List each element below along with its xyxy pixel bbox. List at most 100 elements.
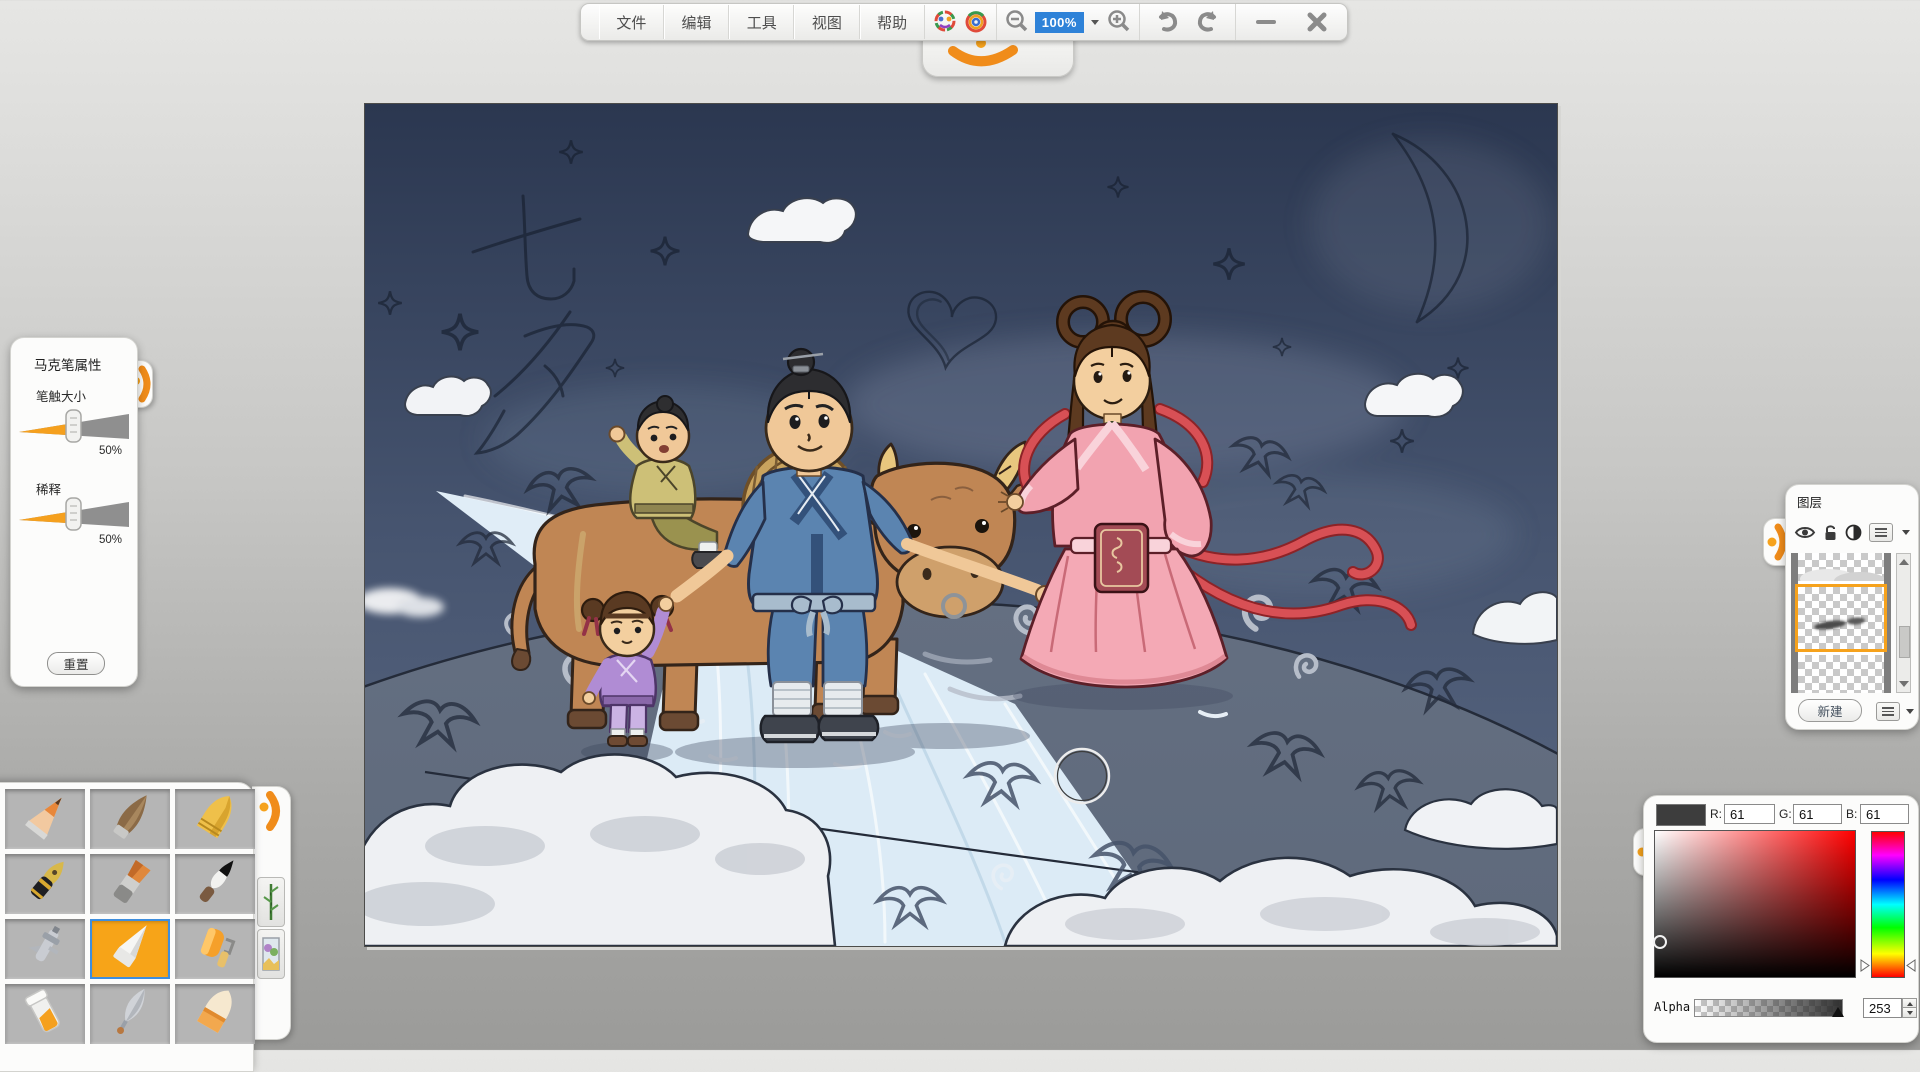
current-color-swatch xyxy=(1656,804,1706,826)
alpha-spin-down[interactable] xyxy=(1902,1007,1917,1018)
reset-button[interactable]: 重置 xyxy=(47,652,105,675)
undo-button[interactable] xyxy=(1147,4,1185,40)
brush-pen-tool[interactable] xyxy=(90,789,170,849)
menu-edit[interactable]: 编辑 xyxy=(663,5,730,39)
crayon-icon xyxy=(196,796,232,839)
hue-marker-right[interactable] xyxy=(1906,959,1916,972)
layers-options-button[interactable] xyxy=(1876,702,1900,721)
new-layer-button[interactable]: 新建 xyxy=(1798,699,1862,722)
pencil-tool[interactable] xyxy=(5,789,85,849)
close-icon xyxy=(1307,12,1327,32)
sketch-layer-preview xyxy=(1814,617,1865,630)
unlock-icon[interactable] xyxy=(1823,524,1838,541)
picture-stamp-icon xyxy=(262,937,280,971)
dilution-slider-handle[interactable] xyxy=(65,497,82,531)
marker-icon xyxy=(113,925,147,968)
brand-icon-group xyxy=(925,4,997,40)
drawing-canvas[interactable] xyxy=(364,103,1558,947)
tool-palette xyxy=(0,782,255,1072)
menu-help[interactable]: 帮助 xyxy=(859,5,925,39)
brush-size-slider[interactable] xyxy=(18,408,130,444)
close-button[interactable] xyxy=(1294,4,1340,40)
history-group xyxy=(1140,4,1236,40)
airbrush-icon xyxy=(28,925,61,962)
alpha-input[interactable] xyxy=(1863,998,1902,1018)
alpha-slider[interactable] xyxy=(1694,999,1843,1017)
hue-marker-left[interactable] xyxy=(1860,959,1870,972)
layers-scrollbar[interactable] xyxy=(1896,553,1911,693)
airbrush-tool[interactable] xyxy=(5,919,85,979)
blue-label: B: xyxy=(1846,807,1858,821)
crayon-tool[interactable] xyxy=(175,789,255,849)
blend-icon[interactable] xyxy=(1845,524,1862,541)
saturation-value-box[interactable] xyxy=(1653,830,1856,978)
eraser-tool[interactable] xyxy=(175,984,255,1044)
blue-input[interactable] xyxy=(1860,804,1909,824)
rainbow-brush-icon[interactable] xyxy=(932,9,958,35)
layer-thumbnail-selected[interactable] xyxy=(1795,584,1887,652)
tool-palette-handle-icon[interactable] xyxy=(256,791,286,831)
dilution-value: 50% xyxy=(99,534,123,546)
palette-knife-tool[interactable] xyxy=(90,984,170,1044)
paint-roller-tool[interactable] xyxy=(175,919,255,979)
tool-palette-side-strip xyxy=(252,786,291,1040)
red-input[interactable] xyxy=(1724,804,1775,824)
minimize-icon xyxy=(1255,20,1276,24)
menu-view[interactable]: 视图 xyxy=(794,5,860,39)
zoom-dropdown-caret[interactable] xyxy=(1090,19,1099,25)
menu-file[interactable]: 文件 xyxy=(598,5,664,39)
fountain-pen-icon xyxy=(30,861,64,900)
layer-menu-button[interactable] xyxy=(1869,523,1893,542)
bamboo-stamp-button[interactable] xyxy=(257,877,285,927)
main-toolbar: 文件 编辑 工具 视图 帮助 100% xyxy=(580,3,1348,41)
sv-cursor-ring xyxy=(1653,935,1667,949)
zoom-in-icon[interactable] xyxy=(1106,9,1132,35)
paint-jar-tool[interactable] xyxy=(5,984,85,1044)
ink-brush-tool[interactable] xyxy=(175,854,255,914)
zoom-level-display[interactable]: 100% xyxy=(1034,11,1084,33)
scroll-down-icon[interactable] xyxy=(1899,681,1909,687)
layer-thumbnail-bottom[interactable] xyxy=(1798,655,1884,693)
brush-size-label: 笔触大小 xyxy=(36,390,87,404)
flat-brush-tool[interactable] xyxy=(90,854,170,914)
redo-button[interactable] xyxy=(1190,4,1228,40)
menu-tools[interactable]: 工具 xyxy=(729,5,795,39)
brush-size-value: 50% xyxy=(99,445,123,457)
layers-scroll-thumb[interactable] xyxy=(1899,626,1910,658)
paint-jar-icon xyxy=(24,989,60,1033)
eye-icon[interactable] xyxy=(1794,525,1816,540)
dilution-slider[interactable] xyxy=(18,496,130,532)
filmstrip-rail xyxy=(1884,553,1891,693)
bamboo-icon xyxy=(263,884,279,920)
layers-options-caret[interactable] xyxy=(1906,709,1914,714)
hue-bar[interactable] xyxy=(1871,831,1905,978)
scroll-up-icon[interactable] xyxy=(1899,559,1909,565)
fountain-pen-tool[interactable] xyxy=(5,854,85,914)
eraser-icon xyxy=(197,990,232,1033)
brush-size-slider-handle[interactable] xyxy=(65,409,82,443)
layer-thumbnail-top[interactable] xyxy=(1798,553,1884,581)
alpha-label: Alpha xyxy=(1654,1000,1691,1014)
filmstrip-rail xyxy=(1791,553,1798,693)
weaver-apron-panel xyxy=(1093,522,1150,594)
marker-tool[interactable] xyxy=(90,919,170,979)
layer-menu-caret[interactable] xyxy=(1902,530,1910,535)
flat-brush-icon xyxy=(113,859,151,903)
cowherd-sash xyxy=(751,592,877,613)
zoom-group: 100% xyxy=(997,4,1140,40)
layers-panel-title: 图层 xyxy=(1797,496,1823,510)
zoom-out-icon[interactable] xyxy=(1004,9,1030,35)
redo-icon xyxy=(1197,11,1216,32)
rainbow-ring-icon[interactable] xyxy=(963,9,989,35)
layer-filmstrip xyxy=(1791,553,1891,693)
alpha-marker[interactable] xyxy=(1832,1007,1844,1017)
green-input[interactable] xyxy=(1793,804,1842,824)
marker-properties-panel: 马克笔属性 笔触大小 50% 稀释 50% 重置 xyxy=(10,337,138,687)
picture-stamp-button[interactable] xyxy=(257,929,285,979)
brush-pen-icon xyxy=(113,795,147,839)
marker-panel-title: 马克笔属性 xyxy=(34,358,102,373)
layers-panel: 图层 新建 xyxy=(1785,484,1919,730)
minimize-button[interactable] xyxy=(1243,4,1289,40)
paint-roller-icon xyxy=(200,927,236,968)
